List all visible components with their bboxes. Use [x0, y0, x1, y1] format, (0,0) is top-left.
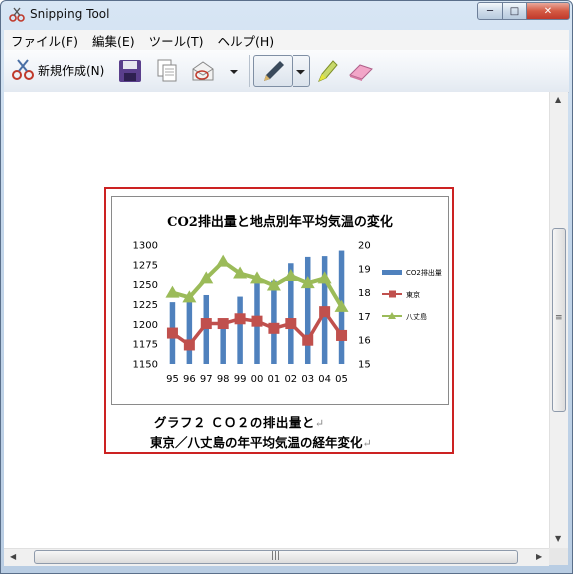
menu-file[interactable]: ファイル(F) — [4, 31, 85, 50]
scroll-grip-icon: ||| — [271, 551, 281, 561]
maximize-button[interactable]: □ — [502, 2, 527, 20]
tokyo-marker — [251, 315, 263, 327]
co2-bar — [304, 256, 311, 364]
pen-button[interactable] — [253, 55, 293, 87]
x-axis-tick-label: 05 — [335, 374, 348, 385]
send-email-icon[interactable] — [190, 58, 216, 84]
close-button[interactable]: ✕ — [526, 2, 570, 20]
left-axis-tick-label: 1300 — [133, 241, 158, 252]
x-axis-tick-label: 96 — [183, 374, 196, 385]
pen-dropdown[interactable] — [293, 55, 310, 87]
co2-bar — [271, 280, 277, 364]
x-axis-tick-label: 03 — [301, 374, 314, 385]
hachijojima-marker — [165, 285, 180, 298]
pen-dropdown-arrow — [296, 70, 305, 75]
co2-bar — [203, 294, 210, 364]
tokyo-marker — [268, 322, 280, 334]
toolbar: 新規作成(N) — [4, 50, 569, 93]
return-mark: ↵ — [362, 437, 372, 450]
right-axis-tick-label: 19 — [358, 264, 371, 275]
tokyo-marker — [285, 318, 297, 330]
tokyo-marker — [200, 318, 212, 330]
left-axis-tick-label: 1175 — [133, 340, 158, 351]
eraser-icon[interactable] — [347, 58, 375, 84]
right-axis-tick-label: 20 — [358, 241, 371, 252]
window-title: Snipping Tool — [30, 7, 110, 21]
scissors-app-icon — [9, 7, 25, 22]
send-dropdown-arrow[interactable] — [228, 58, 240, 84]
chart-area: CO2排出量と地点別年平均気温の変化 1150 1175 1200 1225 1250 1… — [111, 196, 449, 405]
tokyo-marker — [302, 334, 314, 346]
legend-tokyo-label: 東京 — [406, 290, 420, 299]
horizontal-scrollbar[interactable]: ◀ ||| ▶ — [4, 548, 549, 566]
scroll-left-arrow[interactable]: ◀ — [10, 552, 16, 561]
right-axis-tick-label: 15 — [358, 360, 371, 371]
new-snip-label: 新規作成(N) — [38, 63, 105, 78]
left-axis-tick-label: 1275 — [133, 260, 158, 271]
menu-tools[interactable]: ツール(T) — [142, 31, 211, 50]
right-axis-tick-label: 17 — [358, 312, 371, 323]
caption-line-1: グラフ２ ＣＯ２の排出量と↵ — [154, 415, 325, 430]
tokyo-marker — [217, 318, 229, 330]
vertical-scroll-thumb[interactable]: ≡ — [552, 228, 566, 412]
horizontal-scroll-thumb[interactable]: ||| — [34, 550, 518, 564]
x-axis-tick-label: 95 — [166, 374, 179, 385]
tokyo-marker — [183, 339, 195, 351]
chart-plot: 1150 1175 1200 1225 1250 1275 1300 15 16 17 18 19 20… — [133, 241, 442, 386]
co2-bar — [237, 296, 243, 364]
x-axis-tick-label: 99 — [234, 374, 247, 385]
return-mark: ↵ — [314, 417, 325, 430]
caption-line-2: 東京／八丈島の年平均気温の経年変化↵ — [150, 435, 372, 450]
scroll-up-arrow[interactable]: ▲ — [555, 95, 561, 104]
new-snip-button[interactable]: 新規作成(N) — [11, 58, 104, 82]
tokyo-marker — [336, 329, 348, 341]
menu-bar: ファイル(F) 編集(E) ツール(T) ヘルプ(H) — [4, 30, 569, 50]
right-axis-tick-label: 18 — [358, 288, 371, 299]
tokyo-marker — [234, 313, 246, 325]
x-axis-tick-label: 02 — [284, 374, 297, 385]
hachijojima-marker — [216, 254, 231, 267]
pen-icon — [264, 61, 284, 81]
left-axis-tick-label: 1250 — [133, 280, 158, 291]
toolbar-separator — [249, 55, 250, 87]
scroll-right-arrow[interactable]: ▶ — [536, 552, 542, 561]
co2-bar — [186, 298, 193, 364]
legend-tokyo-marker — [389, 290, 396, 298]
x-axis-tick-label: 98 — [217, 374, 230, 385]
hachijojima-marker — [317, 271, 332, 284]
x-axis-tick-label: 04 — [318, 374, 331, 385]
menu-edit[interactable]: 編集(E) — [85, 31, 142, 50]
scissors-icon — [12, 59, 34, 80]
save-icon[interactable] — [117, 58, 143, 84]
legend-hachijojima-label: 八丈島 — [406, 312, 427, 321]
scrollbar-corner — [549, 548, 568, 565]
right-axis-tick-label: 16 — [358, 336, 371, 347]
highlighter-icon[interactable] — [314, 58, 340, 84]
tokyo-marker — [319, 306, 331, 318]
minimize-button[interactable]: ─ — [477, 2, 503, 20]
tokyo-marker — [166, 327, 178, 339]
x-axis-tick-label: 00 — [251, 374, 264, 385]
menu-help[interactable]: ヘルプ(H) — [211, 31, 282, 50]
legend-co2-swatch — [382, 270, 402, 275]
captured-snip: CO2排出量と地点別年平均気温の変化 1150 1175 1200 1225 1250 1… — [104, 187, 454, 454]
hachijojima-marker — [283, 268, 298, 281]
x-axis-tick-label: 97 — [200, 374, 213, 385]
scroll-down-arrow[interactable]: ▼ — [555, 534, 561, 543]
x-axis-tick-label: 01 — [268, 374, 281, 385]
legend-co2-label: CO2排出量 — [406, 268, 442, 277]
left-axis-tick-label: 1150 — [133, 360, 158, 371]
copy-icon[interactable] — [154, 58, 180, 84]
title-bar[interactable]: Snipping Tool ─ □ ✕ — [1, 1, 572, 29]
vertical-scrollbar[interactable]: ▲ ≡ ▼ — [549, 92, 568, 548]
left-axis-tick-label: 1225 — [133, 300, 158, 311]
snip-canvas: CO2排出量と地点別年平均気温の変化 1150 1175 1200 1225 1250 1… — [4, 92, 549, 548]
scroll-grip-icon: ≡ — [555, 313, 563, 323]
left-axis-tick-label: 1200 — [133, 320, 158, 331]
